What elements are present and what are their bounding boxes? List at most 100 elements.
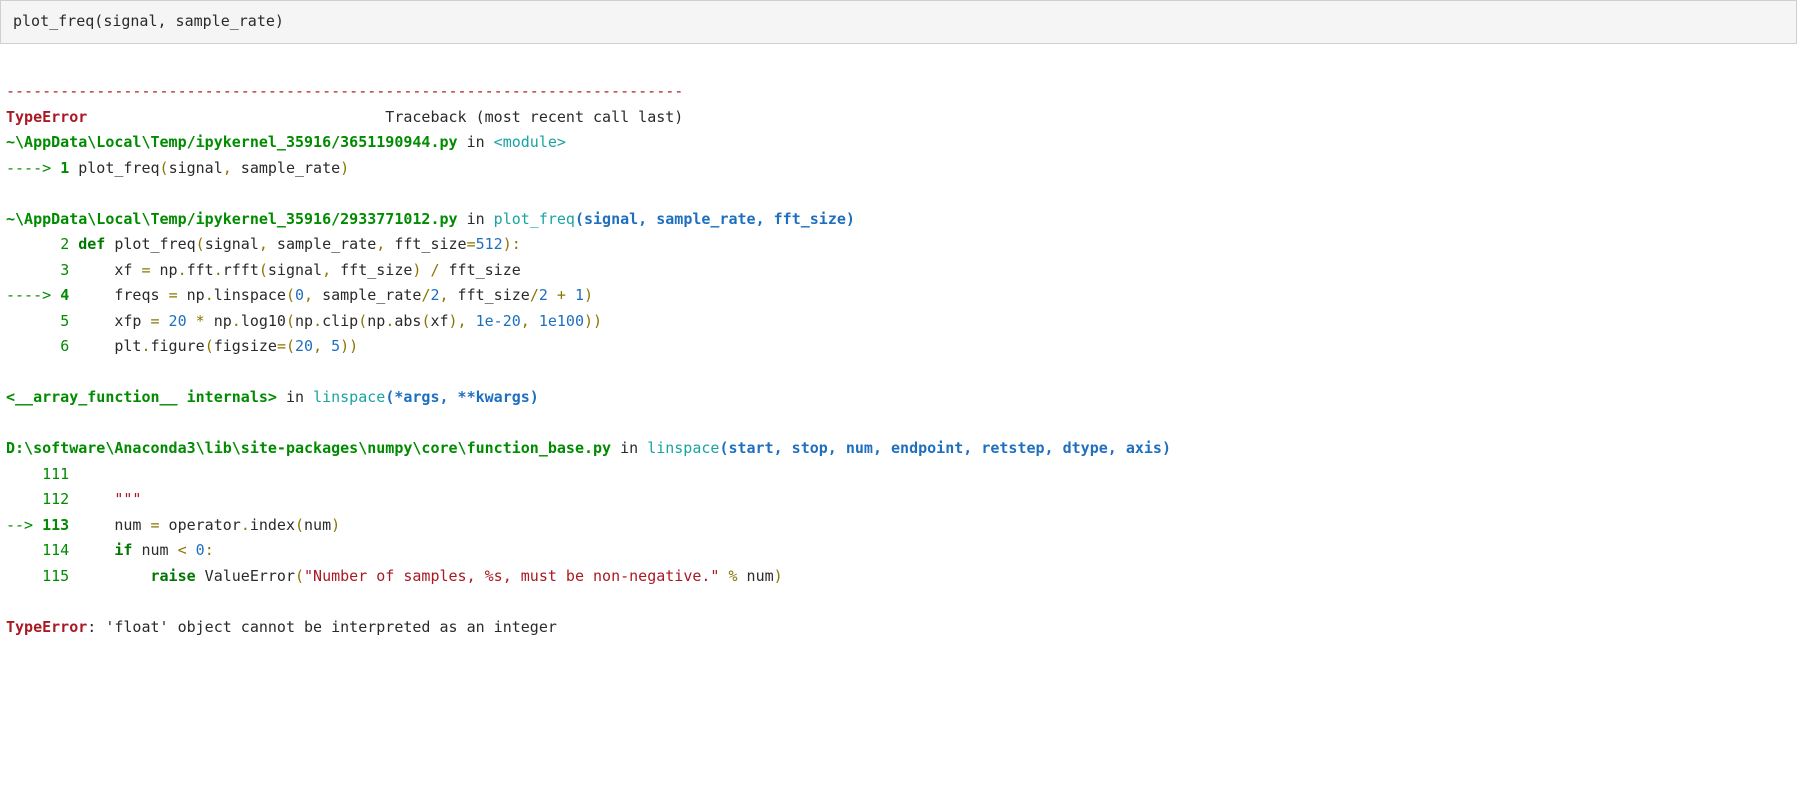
code-input-cell[interactable]: plot_freq(signal, sample_rate) — [0, 0, 1797, 44]
tb-eq: = — [151, 312, 160, 330]
tb-code: np — [178, 286, 205, 304]
tb-code: operator — [160, 516, 241, 534]
tb-arg: signal — [205, 235, 259, 253]
tb-paren: )) — [584, 312, 602, 330]
tb-paren: ( — [196, 235, 205, 253]
tb-frame2-sig: (signal, sample_rate, fft_size) — [575, 210, 855, 228]
tb-dot: . — [214, 261, 223, 279]
tb-op: + — [548, 286, 566, 304]
tb-frame2-fn: plot_freq — [494, 210, 575, 228]
tb-arrow: ----> — [6, 159, 60, 177]
tb-spacer — [87, 108, 385, 126]
tb-code: rfft — [223, 261, 259, 279]
tb-op: / — [421, 261, 439, 279]
tb-code: np — [367, 312, 385, 330]
tb-code: np — [151, 261, 178, 279]
tb-arg: num — [304, 516, 331, 534]
tb-paren: ): — [503, 235, 521, 253]
tb-docstring: """ — [69, 490, 141, 508]
tb-code: num — [132, 541, 177, 559]
tb-code: xfp — [69, 312, 150, 330]
tb-final-error-name: TypeError — [6, 618, 87, 636]
tb-frame1-path: ~\AppData\Local\Temp/ipykernel_35916/365… — [6, 133, 458, 151]
tb-line-num: 3 — [60, 261, 69, 279]
tb-eq: = — [141, 261, 150, 279]
tb-code: xf — [69, 261, 141, 279]
tb-paren: ( — [286, 312, 295, 330]
tb-code: ValueError — [196, 567, 295, 585]
tb-op: % — [719, 567, 737, 585]
code-open: ( — [94, 12, 103, 30]
tb-code: fft_size — [449, 286, 530, 304]
tb-paren: )) — [340, 337, 358, 355]
tb-in: in — [277, 388, 313, 406]
tb-separator: ----------------------------------------… — [6, 82, 683, 100]
tb-in: in — [458, 133, 494, 151]
tb-code: index — [250, 516, 295, 534]
tb-indent — [6, 337, 60, 355]
tb-line-num: 6 — [60, 337, 69, 355]
tb-num: 512 — [476, 235, 503, 253]
tb-comma: , — [521, 312, 530, 330]
code-fn: plot_freq — [13, 12, 94, 30]
tb-dot: . — [313, 312, 322, 330]
tb-code: plot_freq — [105, 235, 195, 253]
tb-line-num: 115 — [42, 567, 69, 585]
tb-final-error-msg: : 'float' object cannot be interpreted a… — [87, 618, 557, 636]
tb-dot: . — [178, 261, 187, 279]
tb-frame4-fn: linspace — [647, 439, 719, 457]
tb-comma: , — [322, 261, 331, 279]
tb-comma: , — [304, 286, 313, 304]
tb-code: clip — [322, 312, 358, 330]
tb-indent — [6, 465, 42, 483]
tb-dot: . — [205, 286, 214, 304]
tb-dot: . — [141, 337, 150, 355]
tb-colon: : — [205, 541, 214, 559]
tb-code: plot_freq — [69, 159, 159, 177]
tb-arg: sample_rate — [232, 159, 340, 177]
tb-header-tail: Traceback (most recent call last) — [385, 108, 683, 126]
tb-line-num: 113 — [42, 516, 69, 534]
tb-num: 2 — [430, 286, 439, 304]
code-args: signal, sample_rate — [103, 12, 275, 30]
tb-op: * — [187, 312, 205, 330]
tb-code: num — [738, 567, 774, 585]
tb-frame3-path: <__array_function__ internals> — [6, 388, 277, 406]
tb-eq: = — [467, 235, 476, 253]
tb-code: plt — [69, 337, 141, 355]
tb-error-name: TypeError — [6, 108, 87, 126]
tb-code: log10 — [241, 312, 286, 330]
tb-frame1-module: <module> — [494, 133, 566, 151]
tb-indent — [6, 567, 42, 585]
tb-num: 1e100 — [530, 312, 584, 330]
tb-code: freqs — [69, 286, 168, 304]
tb-op: / — [530, 286, 539, 304]
tb-paren: =( — [277, 337, 295, 355]
tb-kw-def: def — [69, 235, 105, 253]
tb-op: < — [178, 541, 187, 559]
tb-line-num: 5 — [60, 312, 69, 330]
code-close: ) — [275, 12, 284, 30]
tb-dot: . — [385, 312, 394, 330]
notebook-cell: plot_freq(signal, sample_rate) ---------… — [0, 0, 1797, 646]
tb-code: abs — [394, 312, 421, 330]
tb-arg: figsize — [214, 337, 277, 355]
tb-indent — [6, 541, 42, 559]
tb-num: 5 — [322, 337, 340, 355]
tb-indent — [6, 261, 60, 279]
tb-paren: ) — [584, 286, 593, 304]
tb-code: linspace — [214, 286, 286, 304]
tb-dot: . — [241, 516, 250, 534]
tb-arg: fft_size — [331, 261, 412, 279]
tb-arg: signal — [268, 261, 322, 279]
tb-paren: ( — [286, 286, 295, 304]
tb-code: np — [205, 312, 232, 330]
tb-arrow: --> — [6, 516, 42, 534]
tb-num: 1e-20 — [467, 312, 521, 330]
tb-line-num: 4 — [60, 286, 69, 304]
tb-arg: xf — [430, 312, 448, 330]
tb-kw-if: if — [69, 541, 132, 559]
tb-kw-raise: raise — [69, 567, 195, 585]
tb-paren: ( — [295, 516, 304, 534]
tb-dot: . — [232, 312, 241, 330]
